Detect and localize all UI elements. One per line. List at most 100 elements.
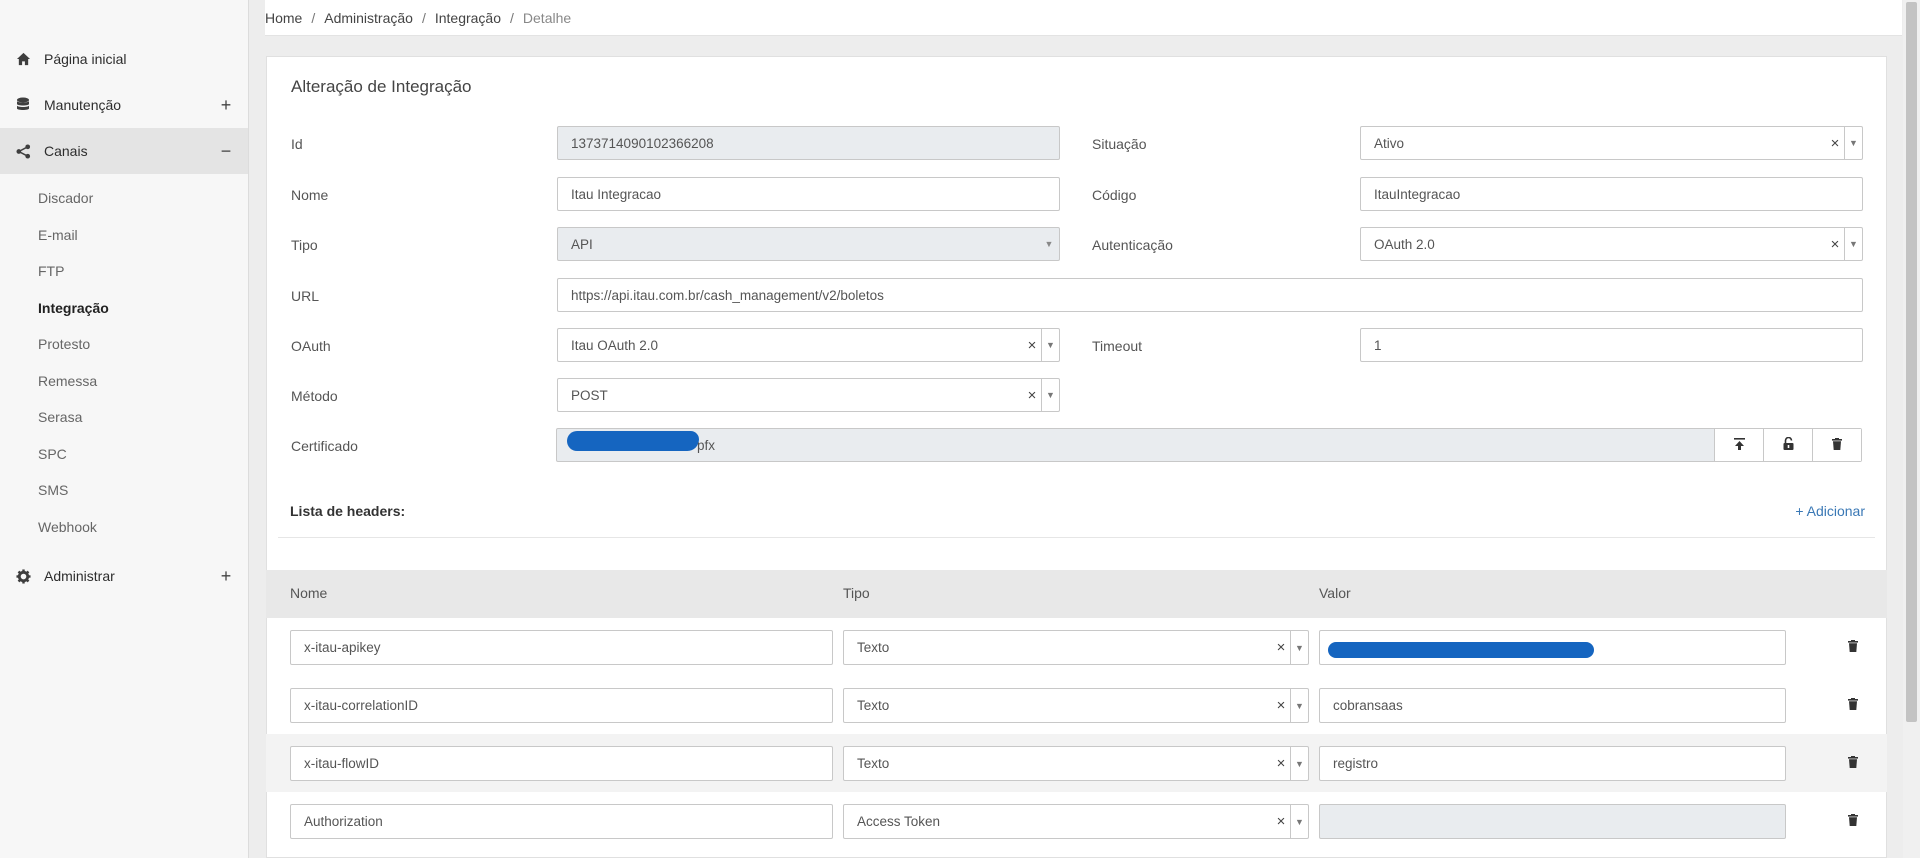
chevron-down-icon[interactable]: ▼ (1041, 329, 1059, 361)
header-nome-input[interactable]: x-itau-flowID (290, 746, 833, 781)
header-nome-value: Authorization (304, 814, 383, 829)
database-icon (14, 96, 32, 114)
trash-icon (1832, 437, 1842, 453)
tipo-select: API ▼ (557, 227, 1060, 261)
nav-manutencao[interactable]: Manutenção + (0, 82, 248, 128)
url-label: URL (291, 288, 320, 304)
url-input[interactable]: https://api.itau.com.br/cash_management/… (557, 278, 1863, 312)
sub-item-sms[interactable]: SMS (0, 472, 248, 509)
clear-icon[interactable]: × (1023, 337, 1041, 354)
sidebar: Página inicial Manutenção + Canais − Dis… (0, 0, 249, 858)
autenticacao-select[interactable]: OAuth 2.0 × ▼ (1360, 227, 1863, 261)
breadcrumb-administracao[interactable]: Administração (324, 10, 413, 26)
header-tipo-select[interactable]: Texto × ▼ (843, 688, 1309, 723)
header-valor-input[interactable]: cobransaas (1319, 688, 1786, 723)
canais-submenu: Discador E-mail FTP Integração Protesto … (0, 174, 248, 553)
autenticacao-label: Autenticação (1092, 237, 1173, 253)
header-valor-value: registro (1333, 756, 1379, 771)
nav-canais[interactable]: Canais − (0, 128, 248, 174)
chevron-down-icon[interactable]: ▼ (1844, 228, 1862, 260)
delete-certificate-button[interactable] (1812, 429, 1861, 461)
sub-item-remessa[interactable]: Remessa (0, 363, 248, 400)
id-label: Id (291, 136, 303, 152)
nav-home-label: Página inicial (44, 51, 127, 67)
timeout-input[interactable]: 1 (1360, 328, 1863, 362)
metodo-value: POST (571, 387, 608, 403)
page-scrollbar[interactable] (1903, 0, 1920, 858)
expand-icon[interactable]: + (218, 95, 234, 116)
header-tipo-select[interactable]: Texto × ▼ (843, 630, 1309, 665)
table-row: x-itau-apikey Texto × ▼ (266, 618, 1887, 676)
chevron-down-icon[interactable]: ▼ (1041, 379, 1059, 411)
home-icon (14, 50, 32, 68)
breadcrumb-integracao[interactable]: Integração (435, 10, 501, 26)
sub-item-serasa[interactable]: Serasa (0, 399, 248, 436)
certificado-filename: pfx (557, 430, 1714, 453)
oauth-select[interactable]: Itau OAuth 2.0 × ▼ (557, 328, 1060, 362)
situacao-select[interactable]: Ativo × ▼ (1360, 126, 1863, 160)
sub-item-discador[interactable]: Discador (0, 180, 248, 217)
table-row: Authorization Access Token × ▼ (266, 792, 1887, 850)
chevron-down-icon[interactable]: ▼ (1844, 127, 1862, 159)
nome-input[interactable]: Itau Integracao (557, 177, 1060, 211)
breadcrumb-home[interactable]: Home (265, 10, 302, 26)
share-icon (14, 142, 32, 160)
sub-item-spc[interactable]: SPC (0, 436, 248, 473)
clear-icon[interactable]: × (1826, 236, 1844, 253)
header-valor-input[interactable] (1319, 630, 1786, 665)
situacao-value: Ativo (1374, 135, 1405, 151)
breadcrumb-separator: / (421, 9, 426, 26)
url-value: https://api.itau.com.br/cash_management/… (571, 287, 884, 303)
metodo-select[interactable]: POST × ▼ (557, 378, 1060, 412)
clear-icon[interactable]: × (1272, 813, 1290, 830)
header-tipo-value: Texto (857, 698, 890, 713)
header-nome-value: x-itau-correlationID (304, 698, 419, 713)
page-title: Alteração de Integração (291, 77, 472, 96)
codigo-input[interactable]: ItauIntegracao (1360, 177, 1863, 211)
tipo-value: API (571, 236, 593, 252)
upload-certificate-button[interactable] (1714, 429, 1763, 461)
header-nome-input[interactable]: x-itau-correlationID (290, 688, 833, 723)
header-tipo-select[interactable]: Access Token × ▼ (843, 804, 1309, 839)
trash-icon[interactable] (1848, 698, 1858, 713)
clear-icon[interactable]: × (1272, 639, 1290, 656)
gear-icon (14, 567, 32, 585)
table-row: x-itau-flowID Texto × ▼ registro (266, 734, 1887, 792)
chevron-down-icon[interactable]: ▼ (1290, 689, 1308, 722)
header-valor-input[interactable]: registro (1319, 746, 1786, 781)
clear-icon[interactable]: × (1826, 135, 1844, 152)
codigo-value: ItauIntegracao (1374, 186, 1461, 202)
certificado-value: pfx (697, 437, 716, 453)
header-nome-input[interactable]: x-itau-apikey (290, 630, 833, 665)
trash-icon[interactable] (1848, 756, 1858, 771)
breadcrumb-detalhe: Detalhe (522, 9, 572, 26)
sub-item-ftp[interactable]: FTP (0, 253, 248, 290)
clear-icon[interactable]: × (1272, 755, 1290, 772)
chevron-down-icon[interactable]: ▼ (1290, 747, 1308, 780)
nav-administrar[interactable]: Administrar + (0, 553, 248, 599)
trash-icon[interactable] (1848, 814, 1858, 829)
header-nome-input[interactable]: Authorization (290, 804, 833, 839)
sub-item-protesto[interactable]: Protesto (0, 326, 248, 363)
unlock-icon (1783, 436, 1794, 453)
add-header-link[interactable]: + Adicionar (1795, 503, 1865, 519)
nav-home[interactable]: Página inicial (0, 36, 248, 82)
autenticacao-value: OAuth 2.0 (1374, 236, 1435, 252)
scrollbar-thumb[interactable] (1906, 2, 1917, 722)
sub-item-email[interactable]: E-mail (0, 217, 248, 254)
topbar: Home / Administração / Integração / Deta… (265, 0, 1902, 36)
clear-icon[interactable]: × (1272, 697, 1290, 714)
nav-canais-label: Canais (44, 143, 88, 159)
sub-item-integracao[interactable]: Integração (0, 290, 248, 327)
clear-icon[interactable]: × (1023, 387, 1041, 404)
expand-icon[interactable]: + (218, 566, 234, 587)
oauth-value: Itau OAuth 2.0 (571, 337, 659, 353)
chevron-down-icon[interactable]: ▼ (1290, 631, 1308, 664)
chevron-down-icon[interactable]: ▼ (1290, 805, 1308, 838)
sub-item-webhook[interactable]: Webhook (0, 509, 248, 546)
collapse-icon[interactable]: − (218, 141, 234, 162)
trash-icon[interactable] (1848, 640, 1858, 655)
unlock-certificate-button[interactable] (1763, 429, 1812, 461)
header-tipo-select[interactable]: Texto × ▼ (843, 746, 1309, 781)
nome-label: Nome (291, 187, 329, 203)
